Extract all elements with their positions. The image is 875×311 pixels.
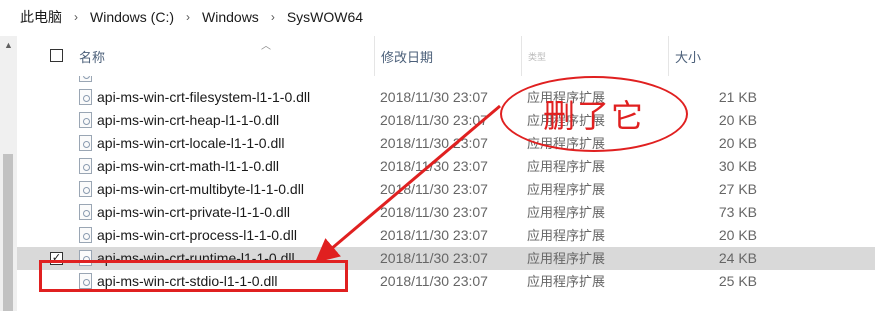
breadcrumb: 此电脑 › Windows (C:) › Windows › SysWOW64 bbox=[0, 0, 875, 34]
column-header-name-label: 名称 bbox=[79, 49, 106, 65]
select-all-checkbox[interactable] bbox=[50, 49, 63, 62]
file-date: 2018/11/30 23:07 bbox=[380, 181, 488, 197]
file-date: 2018/11/30 23:07 bbox=[380, 227, 488, 243]
file-type: 应用程序扩展 bbox=[527, 159, 606, 174]
breadcrumb-item-syswow64[interactable]: SysWOW64 bbox=[285, 9, 365, 25]
dll-file-icon bbox=[79, 158, 92, 174]
file-row[interactable]: api-ms-win-crt-process-l1-1-0.dll 2018/11… bbox=[17, 224, 875, 247]
file-date: 2018/11/30 23:07 bbox=[380, 89, 488, 105]
file-size: 20 KB bbox=[718, 135, 757, 151]
file-row[interactable]: api-ms-win-crt-filesystem-l1-1-0.dll 2018… bbox=[17, 86, 875, 109]
file-date: 2018/11/30 23:07 bbox=[380, 135, 488, 151]
file-date: 2018/11/30 23:07 bbox=[380, 250, 488, 266]
sort-up-caret-icon: ︿ bbox=[261, 41, 271, 52]
file-size: 30 KB bbox=[718, 158, 757, 174]
dll-file-icon bbox=[79, 181, 92, 197]
file-type: 应用程序扩展 bbox=[527, 228, 606, 243]
file-name: api-ms-win-crt-locale-l1-1-0.dll bbox=[97, 135, 285, 151]
vertical-scrollbar[interactable]: ▲ bbox=[0, 36, 17, 311]
annotation-callout: 删了它 bbox=[500, 76, 688, 152]
file-size: 73 KB bbox=[718, 204, 757, 220]
file-size: 21 KB bbox=[718, 89, 757, 105]
file-row[interactable]: api-ms-win-crt-locale-l1-1-0.dll 2018/11/… bbox=[17, 132, 875, 155]
dll-file-icon bbox=[79, 227, 92, 243]
chevron-right-icon[interactable]: › bbox=[186, 10, 190, 24]
chevron-right-icon[interactable]: › bbox=[74, 10, 78, 24]
file-name: api-ms-win-crt-heap-l1-1-0.dll bbox=[97, 112, 280, 128]
file-size: 25 KB bbox=[718, 273, 757, 289]
file-name: api-ms-win-crt-math-l1-1-0.dll bbox=[97, 158, 280, 174]
breadcrumb-item-drive[interactable]: Windows (C:) bbox=[88, 9, 176, 25]
column-header-size-label: 大小 bbox=[675, 49, 702, 65]
file-size: 20 KB bbox=[718, 227, 757, 243]
dll-file-icon bbox=[79, 204, 92, 220]
file-size: 24 KB bbox=[718, 250, 757, 266]
file-name: api-ms-win-crt-process-l1-1-0.dll bbox=[97, 227, 297, 243]
column-header-row: 名称 ︿ 修改日期 类型 大小 bbox=[17, 36, 875, 76]
column-header-type-label: 类型 bbox=[528, 51, 547, 62]
dll-file-icon bbox=[79, 76, 92, 82]
file-row[interactable]: api-ms-win-crt-private-l1-1-0.dll 2018/11… bbox=[17, 201, 875, 224]
file-type: 应用程序扩展 bbox=[527, 182, 606, 197]
column-header-date[interactable]: 修改日期 bbox=[374, 36, 522, 76]
file-date: 2018/11/30 23:07 bbox=[380, 204, 488, 220]
column-header-type[interactable]: 类型 bbox=[521, 36, 669, 76]
file-size: 20 KB bbox=[718, 112, 757, 128]
annotation-highlight-box bbox=[39, 260, 348, 292]
column-header-size[interactable]: 大小 bbox=[668, 36, 768, 76]
file-row[interactable]: api-ms-win-crt-heap-l1-1-0.dll 2018/11/30… bbox=[17, 109, 875, 132]
file-type: 应用程序扩展 bbox=[527, 274, 606, 289]
column-header-date-label: 修改日期 bbox=[381, 49, 434, 65]
chevron-right-icon[interactable]: › bbox=[271, 10, 275, 24]
file-date: 2018/11/30 23:07 bbox=[380, 158, 488, 174]
dll-file-icon bbox=[79, 112, 92, 128]
annotation-text: 删了它 bbox=[542, 97, 645, 135]
file-size: 27 KB bbox=[718, 181, 757, 197]
breadcrumb-item-windows[interactable]: Windows bbox=[200, 9, 261, 25]
file-date: 2018/11/30 23:07 bbox=[380, 112, 488, 128]
scrollbar-thumb[interactable] bbox=[3, 154, 13, 311]
file-type: 应用程序扩展 bbox=[527, 251, 606, 266]
file-row[interactable]: api-ms-win-crt-multibyte-l1-1-0.dll 2018/… bbox=[17, 178, 875, 201]
breadcrumb-item-this-pc[interactable]: 此电脑 bbox=[18, 7, 64, 27]
file-name: api-ms-win-crt-multibyte-l1-1-0.dll bbox=[97, 181, 304, 197]
dll-file-icon bbox=[79, 89, 92, 105]
file-date: 2018/11/30 23:07 bbox=[380, 273, 488, 289]
scroll-up-arrow-icon[interactable]: ▲ bbox=[0, 36, 17, 53]
file-name: api-ms-win-crt-filesystem-l1-1-0.dll bbox=[97, 89, 311, 105]
dll-file-icon bbox=[79, 135, 92, 151]
file-row-partial[interactable] bbox=[17, 76, 875, 86]
file-row[interactable]: api-ms-win-crt-math-l1-1-0.dll 2018/11/30… bbox=[17, 155, 875, 178]
file-name: api-ms-win-crt-private-l1-1-0.dll bbox=[97, 204, 290, 220]
column-header-name[interactable]: 名称 ︿ bbox=[73, 36, 380, 76]
file-type: 应用程序扩展 bbox=[527, 205, 606, 220]
